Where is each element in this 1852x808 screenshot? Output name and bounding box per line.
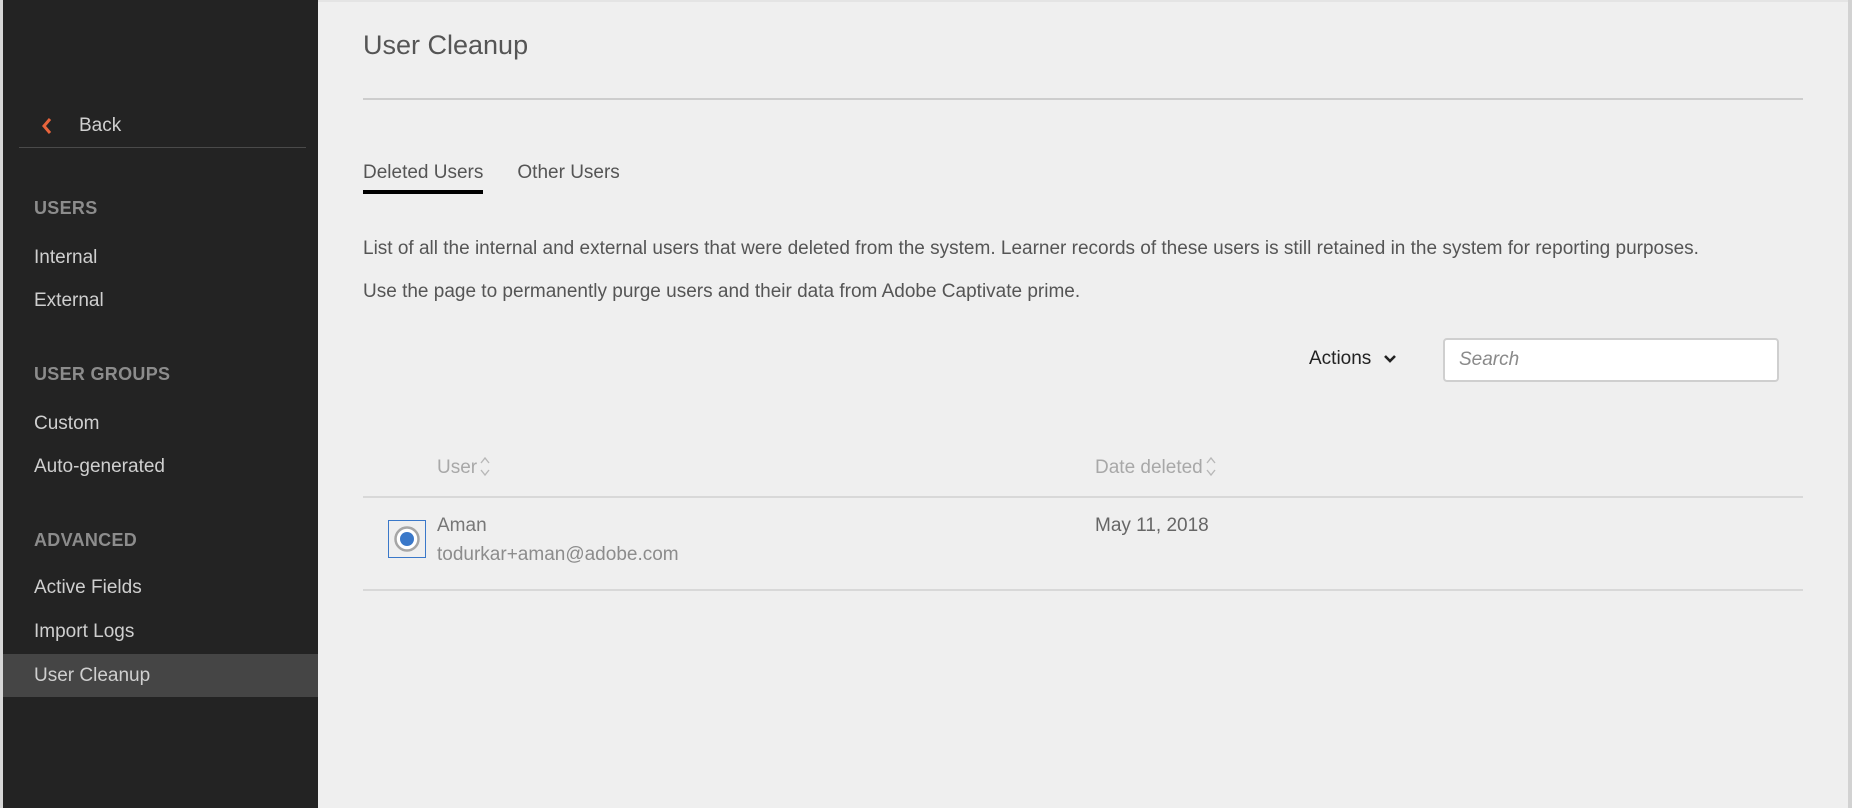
actions-dropdown[interactable]: Actions bbox=[1309, 348, 1397, 370]
back-button[interactable]: Back bbox=[19, 104, 306, 148]
tab-deleted-users[interactable]: Deleted Users bbox=[363, 162, 484, 194]
table-header-divider bbox=[363, 496, 1803, 498]
sidebar-item-label: Import Logs bbox=[34, 620, 135, 642]
table-row-divider bbox=[363, 589, 1803, 591]
section-title-user-groups: USER GROUPS bbox=[34, 364, 171, 384]
sidebar-item-auto-generated[interactable]: Auto-generated bbox=[3, 445, 318, 488]
title-divider bbox=[363, 98, 1803, 100]
sidebar-item-custom[interactable]: Custom bbox=[3, 402, 318, 445]
sidebar-item-label: Internal bbox=[34, 246, 98, 268]
description-line-1: List of all the internal and external us… bbox=[363, 238, 1699, 259]
sidebar-item-label: Active Fields bbox=[34, 576, 142, 598]
date-deleted: May 11, 2018 bbox=[1095, 515, 1209, 536]
column-header-user[interactable]: User bbox=[437, 455, 490, 485]
column-header-date-deleted[interactable]: Date deleted bbox=[1095, 455, 1216, 485]
row-select-radio[interactable] bbox=[388, 520, 426, 558]
sort-icon bbox=[1206, 455, 1216, 485]
sidebar-item-external[interactable]: External bbox=[3, 279, 318, 322]
sidebar-item-internal[interactable]: Internal bbox=[3, 236, 318, 279]
sidebar-item-label: External bbox=[34, 289, 104, 311]
sidebar-item-label: Auto-generated bbox=[34, 455, 165, 477]
actions-label: Actions bbox=[1309, 348, 1372, 369]
tab-other-users[interactable]: Other Users bbox=[517, 162, 619, 194]
user-email: todurkar+aman@adobe.com bbox=[437, 544, 679, 565]
user-name: Aman bbox=[437, 515, 487, 536]
section-title-advanced: ADVANCED bbox=[34, 530, 138, 550]
search-input[interactable] bbox=[1443, 338, 1779, 382]
sidebar-item-user-cleanup[interactable]: User Cleanup bbox=[3, 654, 318, 697]
column-header-label: User bbox=[437, 457, 478, 478]
description-line-2: Use the page to permanently purge users … bbox=[363, 281, 1081, 302]
sidebar-item-label: User Cleanup bbox=[34, 664, 151, 686]
sidebar-item-import-logs[interactable]: Import Logs bbox=[3, 610, 318, 653]
sidebar-item-label: Custom bbox=[34, 412, 100, 434]
chevron-left-icon bbox=[41, 117, 65, 135]
back-label: Back bbox=[79, 114, 122, 136]
column-header-label: Date deleted bbox=[1095, 457, 1203, 478]
chevron-down-icon bbox=[1383, 354, 1397, 364]
section-title-users: USERS bbox=[34, 198, 98, 218]
page-title: User Cleanup bbox=[363, 30, 529, 60]
main-content: User Cleanup Deleted Users Other Users L… bbox=[318, 0, 1848, 808]
sidebar-item-active-fields[interactable]: Active Fields bbox=[3, 566, 318, 609]
sidebar: Back USERS Internal External USER GROUPS… bbox=[3, 0, 318, 808]
scrollbar-track[interactable] bbox=[1848, 0, 1852, 808]
radio-selected-icon bbox=[394, 526, 420, 552]
sort-icon bbox=[480, 455, 490, 485]
tab-bar: Deleted Users Other Users bbox=[363, 162, 654, 194]
